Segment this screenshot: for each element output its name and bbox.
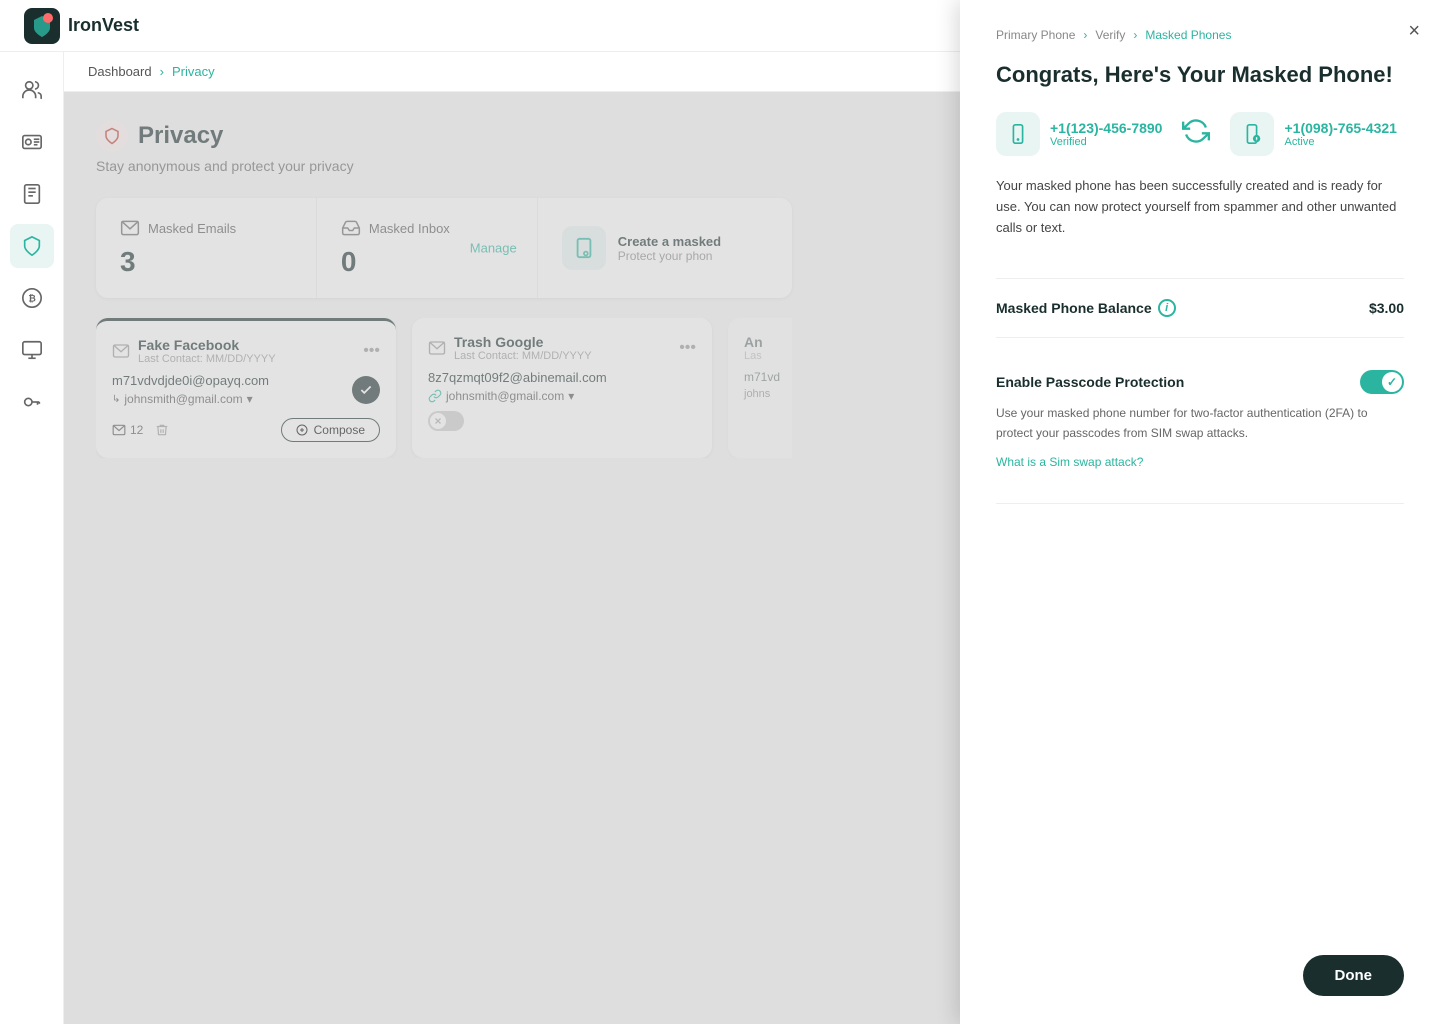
masked-phone-status: Active	[1284, 136, 1396, 148]
passcode-header: Enable Passcode Protection ✓	[996, 370, 1404, 394]
sidebar-item-privacy[interactable]	[10, 224, 54, 268]
done-button[interactable]: Done	[1303, 955, 1405, 996]
panel-bc-primary-phone: Primary Phone	[996, 28, 1075, 42]
svg-text:₿: ₿	[28, 294, 36, 304]
panel-description: Your masked phone has been successfully …	[996, 176, 1404, 238]
passcode-toggle[interactable]: ✓	[1360, 370, 1404, 394]
sidebar-item-key[interactable]	[10, 380, 54, 424]
breadcrumb-dashboard[interactable]: Dashboard	[88, 64, 152, 79]
masked-phone-icon	[1230, 112, 1274, 156]
sidebar-item-people[interactable]	[10, 68, 54, 112]
sidebar-item-contacts[interactable]	[10, 172, 54, 216]
divider-1	[996, 278, 1404, 279]
panel-bc-sep-1: ›	[1083, 28, 1087, 42]
divider-2	[996, 337, 1404, 338]
primary-phone-icon	[996, 112, 1040, 156]
balance-label-text: Masked Phone Balance	[996, 300, 1152, 316]
divider-3	[996, 503, 1404, 504]
panel-bc-verify: Verify	[1095, 28, 1125, 42]
passcode-label: Enable Passcode Protection	[996, 374, 1184, 390]
masked-phone-number: +1(098)-765-4321	[1284, 120, 1396, 136]
phone-numbers-row: +1(123)-456-7890 Verified +1(098)	[996, 112, 1404, 156]
breadcrumb-privacy[interactable]: Privacy	[172, 64, 215, 79]
panel-bc-masked-phones: Masked Phones	[1145, 28, 1231, 42]
sidebar-item-idcard[interactable]	[10, 120, 54, 164]
right-panel: × Primary Phone › Verify › Masked Phones…	[960, 0, 1440, 1024]
primary-phone-number: +1(123)-456-7890	[1050, 120, 1162, 136]
panel-title: Congrats, Here's Your Masked Phone!	[996, 62, 1404, 88]
primary-phone-info: +1(123)-456-7890 Verified	[1050, 120, 1162, 148]
masked-phone-card: +1(098)-765-4321 Active	[1230, 112, 1396, 156]
balance-value: $3.00	[1369, 300, 1404, 316]
toggle-check-icon: ✓	[1387, 375, 1397, 389]
panel-close-button[interactable]: ×	[1408, 20, 1420, 43]
toggle-thumb: ✓	[1382, 372, 1402, 392]
sidebar: ₿	[0, 52, 64, 1024]
sim-swap-link[interactable]: What is a Sim swap attack?	[996, 455, 1143, 469]
primary-phone-card: +1(123)-456-7890 Verified	[996, 112, 1162, 156]
passcode-description: Use your masked phone number for two-fac…	[996, 404, 1404, 442]
app-logo: IronVest	[24, 8, 139, 44]
sidebar-item-bitcoin[interactable]: ₿	[10, 276, 54, 320]
sidebar-item-monitor[interactable]	[10, 328, 54, 372]
app-name: IronVest	[68, 15, 139, 36]
masked-phone-info: +1(098)-765-4321 Active	[1284, 120, 1396, 148]
panel-bc-sep-2: ›	[1133, 28, 1137, 42]
balance-label: Masked Phone Balance i	[996, 299, 1176, 317]
primary-phone-status: Verified	[1050, 136, 1162, 148]
passcode-section: Enable Passcode Protection ✓ Use your ma…	[996, 354, 1404, 486]
balance-row: Masked Phone Balance i $3.00	[996, 295, 1404, 321]
panel-breadcrumb: Primary Phone › Verify › Masked Phones	[996, 28, 1404, 42]
transfer-arrow-icon	[1182, 117, 1210, 151]
balance-info-icon[interactable]: i	[1158, 299, 1176, 317]
breadcrumb-sep-1: ›	[160, 64, 164, 79]
